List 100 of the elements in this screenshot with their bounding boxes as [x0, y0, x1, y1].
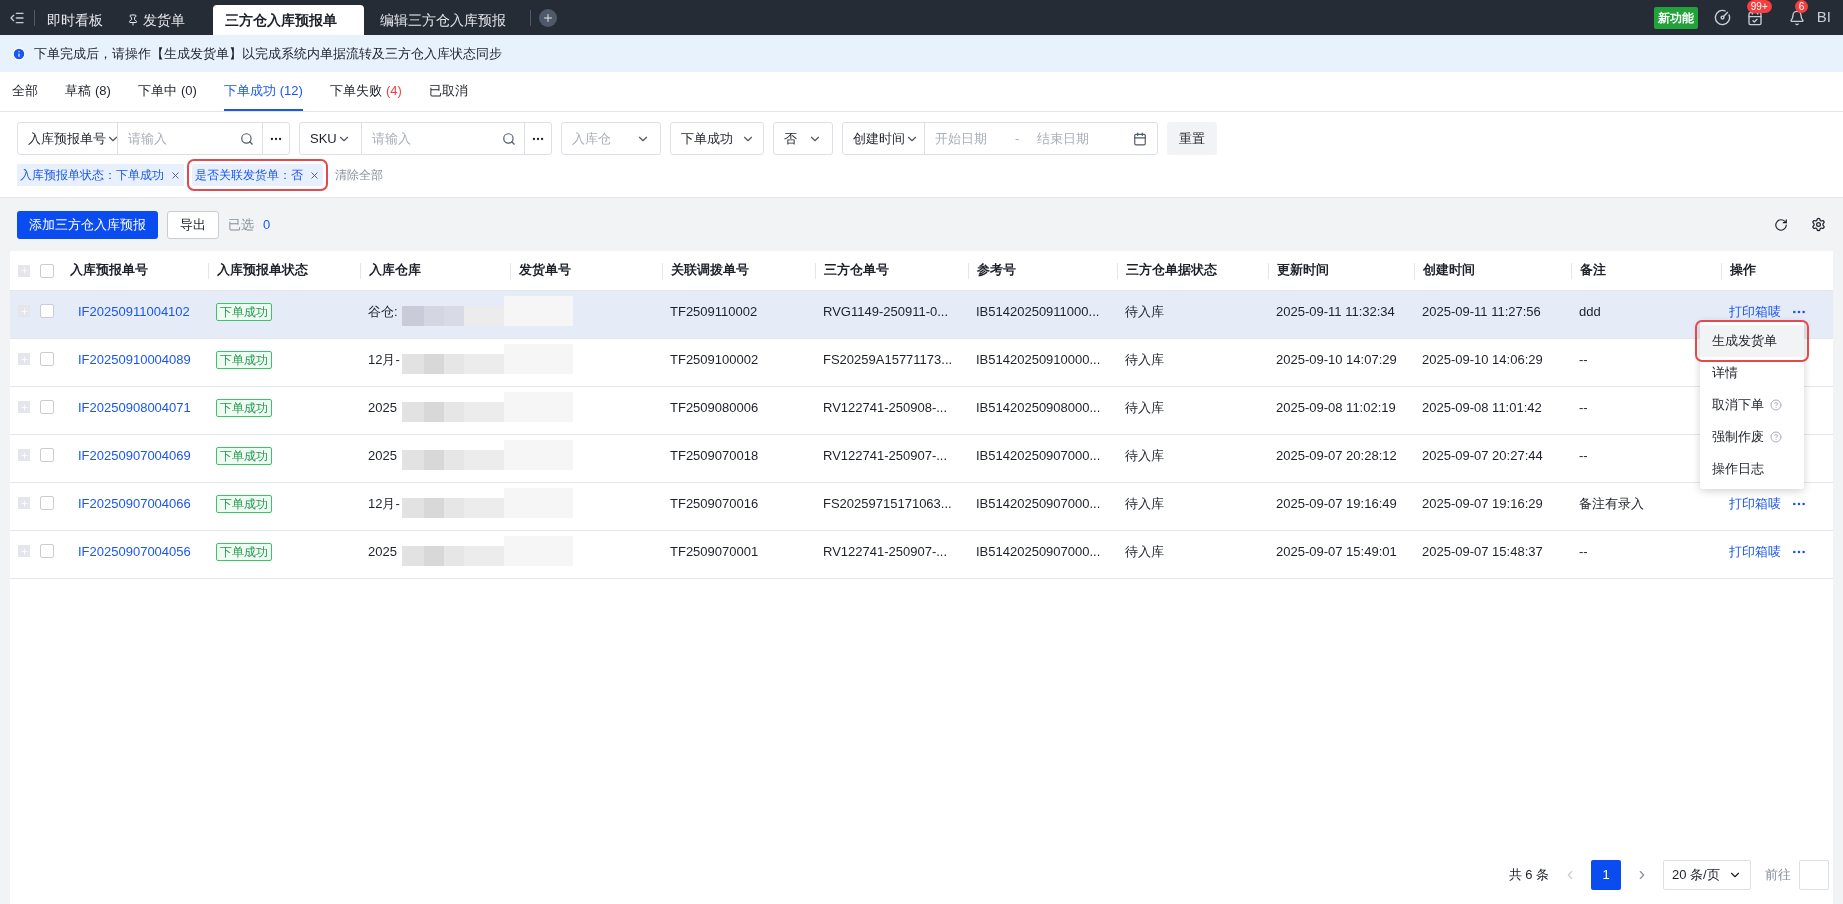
status-tag: 下单成功: [216, 399, 272, 417]
close-icon[interactable]: [170, 169, 181, 181]
expand-icon[interactable]: [18, 305, 30, 317]
add-tab-button[interactable]: [539, 8, 557, 27]
column-header: 入库预报单号: [70, 262, 148, 280]
checkbox[interactable]: [40, 352, 54, 366]
selected-count: 0: [263, 215, 271, 234]
table-cell: 待入库: [1125, 304, 1164, 319]
page-size-select[interactable]: 20 条/页: [1663, 860, 1751, 890]
gauge-icon[interactable]: [1713, 9, 1731, 26]
filter-select[interactable]: 否: [773, 122, 833, 155]
status-tab[interactable]: 已取消: [428, 72, 468, 111]
expand-icon[interactable]: [18, 401, 30, 413]
field-select[interactable]: 入库预报单号: [18, 123, 118, 154]
table-cell: 2025-09-07 20:28:12: [1276, 448, 1397, 463]
status-tab[interactable]: 下单失败 (4): [329, 72, 402, 111]
checkbox[interactable]: [40, 263, 54, 278]
column-header: 创建时间: [1423, 262, 1475, 280]
column-header: 参考号: [977, 262, 1016, 280]
table-cell: 待入库: [1125, 448, 1164, 463]
bell-icon[interactable]: [1788, 9, 1805, 26]
checkbox[interactable]: [40, 400, 54, 414]
table-cell: RVG1149-250911-0...: [823, 304, 949, 319]
column-header: 三方仓单据状态: [1126, 261, 1217, 280]
clear-all-link[interactable]: 清除全部: [335, 166, 383, 184]
table-cell: 待入库: [1125, 400, 1164, 415]
table-cell: 待入库: [1125, 544, 1164, 559]
table-cell: ddd: [1579, 304, 1601, 319]
status-tag: 下单成功: [216, 447, 272, 465]
search-group[interactable]: 入库预报单号 请输入: [17, 122, 290, 155]
refresh-icon[interactable]: [1774, 217, 1788, 232]
table-cell: 2025-09-07 19:16:49: [1276, 496, 1397, 511]
reset-button[interactable]: 重置: [1167, 122, 1217, 155]
help-icon[interactable]: [1770, 399, 1782, 411]
table-cell: 12月-: [368, 496, 400, 511]
column-header: 更新时间: [1277, 262, 1329, 280]
checkbox[interactable]: [40, 544, 54, 558]
expand-icon[interactable]: [18, 353, 30, 365]
add-button[interactable]: 添加三方仓入库预报: [17, 210, 158, 239]
checkbox[interactable]: [40, 304, 54, 318]
order-link[interactable]: IF20250907004069: [78, 448, 191, 463]
filter-chip[interactable]: 入库预报单状态：下单成功: [17, 164, 184, 186]
status-tab[interactable]: 全部: [12, 72, 38, 111]
table-cell: 谷仓:: [368, 304, 398, 319]
page-number[interactable]: 1: [1591, 860, 1621, 890]
order-link[interactable]: IF20250911004102: [78, 304, 190, 319]
table-cell: 2025-09-07 20:27:44: [1422, 448, 1543, 463]
page-tab[interactable]: 发货单: [115, 5, 197, 35]
table-cell: TF2509070001: [670, 544, 759, 559]
table-cell: 2025-09-11 11:32:34: [1276, 304, 1395, 319]
menu-item[interactable]: 操作日志: [1700, 453, 1804, 485]
table-cell: --: [1579, 400, 1588, 415]
order-link[interactable]: IF20250907004056: [78, 544, 191, 559]
table-cell: --: [1579, 352, 1588, 367]
page-tab[interactable]: 即时看板: [35, 5, 115, 35]
selected-label: 已选: [228, 215, 254, 234]
status-tab[interactable]: 下单中 (0): [137, 72, 197, 111]
expand-icon[interactable]: [18, 545, 30, 557]
expand-icon[interactable]: [18, 497, 30, 509]
print-label-link[interactable]: 打印箱唛: [1729, 542, 1781, 562]
page-tab[interactable]: 编辑三方仓入库预报: [368, 5, 518, 35]
search-field[interactable]: 请输入: [118, 123, 240, 154]
help-icon[interactable]: [1770, 431, 1782, 443]
table-cell: TF2509110002: [670, 304, 758, 319]
checkbox[interactable]: [40, 448, 54, 462]
column-header: 备注: [1580, 262, 1606, 280]
menu-item[interactable]: 详情: [1700, 357, 1804, 389]
filter-select[interactable]: 下单成功: [670, 122, 764, 155]
column-header: 发货单号: [519, 262, 571, 280]
column-header: 三方仓单号: [824, 261, 889, 280]
settings-icon[interactable]: [1811, 217, 1826, 232]
table-cell: IB51420250908000...: [976, 400, 1101, 415]
table-cell: TF2509080006: [670, 400, 759, 415]
bi-link[interactable]: BI: [1816, 6, 1831, 29]
page-input[interactable]: [1799, 860, 1829, 890]
task-icon[interactable]: [1746, 9, 1763, 26]
print-label-link[interactable]: 打印箱唛: [1729, 494, 1781, 514]
order-link[interactable]: IF20250908004071: [78, 400, 191, 415]
table-cell: TF2509100002: [670, 352, 759, 367]
page-tab[interactable]: 三方仓入库预报单: [213, 5, 364, 35]
field-select[interactable]: SKU: [300, 123, 362, 154]
checkbox[interactable]: [40, 496, 54, 510]
search-icon[interactable]: [240, 131, 254, 146]
print-label-link[interactable]: 打印箱唛: [1729, 302, 1781, 322]
close-icon[interactable]: [309, 169, 320, 181]
status-tag: 下单成功: [216, 351, 272, 369]
order-link[interactable]: IF20250910004089: [78, 352, 191, 367]
expand-icon[interactable]: [18, 449, 30, 461]
search-group[interactable]: SKU 请输入: [299, 122, 552, 155]
table-cell: IB51420250911000...: [976, 304, 1100, 319]
order-link[interactable]: IF20250907004066: [78, 496, 191, 511]
export-button[interactable]: 导出: [167, 210, 219, 239]
status-tab[interactable]: 草稿 (8): [65, 72, 111, 111]
expand-icon[interactable]: [18, 264, 30, 277]
menu-item[interactable]: 取消下单: [1700, 389, 1804, 421]
search-field[interactable]: 请输入: [362, 123, 502, 154]
table-cell: 2025-09-11 11:27:56: [1422, 304, 1541, 319]
column-header: 操作: [1730, 262, 1756, 280]
table-cell: 待入库: [1125, 352, 1164, 367]
search-icon[interactable]: [502, 131, 516, 146]
